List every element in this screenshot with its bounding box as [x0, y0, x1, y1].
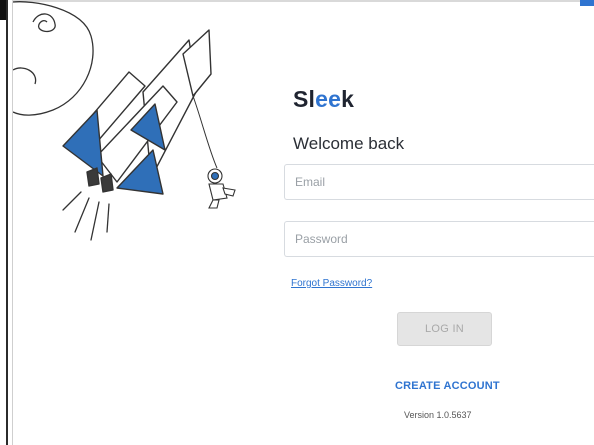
- create-account-link[interactable]: CREATE ACCOUNT: [395, 380, 500, 392]
- version-label: Version 1.0.5637: [404, 410, 472, 420]
- exhaust-lines: [62, 191, 110, 241]
- rocket-illustration: [13, 1, 236, 241]
- planet-icon: [13, 1, 94, 116]
- logo-text-accent: ee: [315, 86, 342, 112]
- login-button[interactable]: LOG IN: [397, 312, 492, 346]
- sleek-logo: Sleek: [293, 86, 354, 113]
- astronaut-icon: [207, 168, 236, 209]
- password-field[interactable]: [284, 221, 594, 257]
- logo-text-end: k: [341, 86, 355, 112]
- welcome-heading: Welcome back: [293, 134, 405, 153]
- logo-text-start: Sl: [293, 86, 316, 112]
- window-top-accent: [580, 0, 594, 6]
- rocket-icon: [62, 29, 218, 195]
- window-left-edge: [6, 0, 8, 445]
- email-field[interactable]: [284, 164, 594, 200]
- forgot-password-link[interactable]: Forgot Password?: [291, 278, 372, 289]
